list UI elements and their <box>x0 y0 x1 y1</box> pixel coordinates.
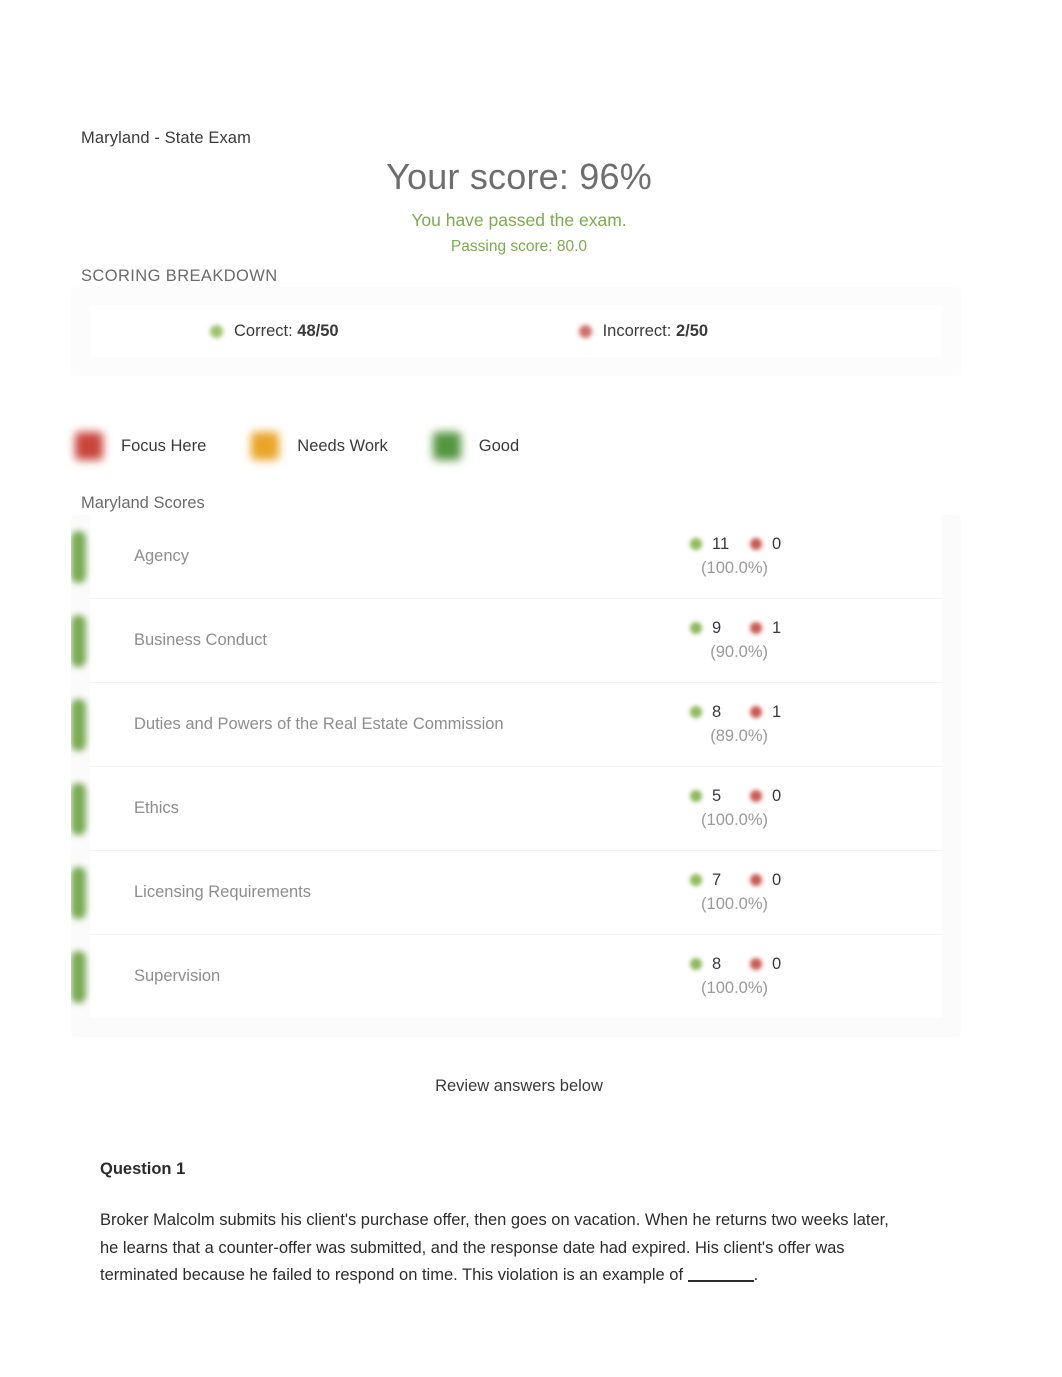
score-category-label: Ethics <box>134 799 179 817</box>
score-category-label: Licensing Requirements <box>134 883 312 901</box>
status-bar-icon <box>71 866 86 919</box>
red-x-icon <box>750 789 762 802</box>
legend-swatch-yellow-icon <box>251 432 280 460</box>
score-counts: 9 1 <box>606 617 796 639</box>
green-check-icon <box>690 621 702 634</box>
red-x-icon <box>750 705 762 718</box>
score-counts: 5 0 <box>606 785 796 807</box>
legend-swatch-green-icon <box>432 432 461 460</box>
correct-summary: Correct: 48/50 <box>210 322 339 341</box>
red-dot-icon <box>578 324 592 338</box>
correct-count: 11 <box>712 534 730 553</box>
score-percent: (90.0%) <box>710 642 768 661</box>
passing-score: Passing score: 80.0 <box>450 238 588 255</box>
incorrect-value: 2/50 <box>675 321 709 340</box>
table-row[interactable]: Business Conduct 9 1 (90.0%) <box>71 599 942 683</box>
score-category-label: Supervision <box>134 967 221 985</box>
correct-value: 48/50 <box>297 321 339 340</box>
correct-count: 5 <box>712 786 722 805</box>
correct-count: 9 <box>712 618 722 637</box>
red-x-icon <box>750 957 762 970</box>
score-percent: (100.0%) <box>701 810 768 829</box>
incorrect-count: 0 <box>772 954 782 973</box>
table-row[interactable]: Ethics 5 0 (100.0%) <box>71 767 942 851</box>
scores-card: Agency 11 0 (100.0%) Business Conduct 9 <box>71 515 961 1037</box>
score-stats: 9 1 (90.0%) <box>606 617 796 665</box>
score-counts: 8 0 <box>606 953 796 975</box>
scoring-breakdown-card: Correct: 48/50 Incorrect: 2/50 <box>71 287 961 376</box>
incorrect-count: 0 <box>772 534 782 553</box>
score-headline: Your score: 96% <box>386 156 652 197</box>
legend-item-needs-work: Needs Work <box>251 432 388 460</box>
green-check-icon <box>690 789 702 802</box>
review-answers-note: Review answers below <box>435 1077 603 1095</box>
legend-label: Needs Work <box>297 436 388 455</box>
legend-item-focus-here: Focus Here <box>75 432 206 460</box>
table-row[interactable]: Licensing Requirements 7 0 (100.0%) <box>71 851 942 935</box>
score-stats: 8 1 (89.0%) <box>606 701 796 749</box>
status-bar-icon <box>71 698 86 751</box>
scores-section-title: Maryland Scores <box>81 494 205 512</box>
score-counts: 11 0 <box>606 533 796 555</box>
score-percent: (100.0%) <box>701 894 768 913</box>
scoring-breakdown-label: SCORING BREAKDOWN <box>81 267 278 285</box>
incorrect-summary: Incorrect: 2/50 <box>578 322 709 341</box>
correct-label: Correct: <box>234 321 293 340</box>
question-heading: Question 1 <box>100 1160 186 1178</box>
status-bar-icon <box>71 530 86 583</box>
correct-count: 8 <box>712 702 722 721</box>
exam-results-page: Maryland - State Exam Your score: 96% Yo… <box>0 0 1062 1377</box>
incorrect-count: 0 <box>772 870 782 889</box>
score-stats: 5 0 (100.0%) <box>606 785 796 833</box>
table-row[interactable]: Agency 11 0 (100.0%) <box>71 515 942 599</box>
answer-blank <box>687 1266 754 1282</box>
status-legend: Focus Here Needs Work Good <box>75 432 564 460</box>
incorrect-count: 1 <box>772 618 782 637</box>
score-category-label: Agency <box>134 547 190 565</box>
score-summary: Your score: 96% You have passed the exam… <box>81 155 957 259</box>
green-check-icon <box>690 873 702 886</box>
legend-swatch-red-icon <box>75 432 103 460</box>
score-category-label: Business Conduct <box>134 631 267 649</box>
status-bar-icon <box>71 782 86 835</box>
table-row[interactable]: Supervision 8 0 (100.0%) <box>71 935 942 1018</box>
correct-count: 8 <box>712 954 722 973</box>
red-x-icon <box>750 873 762 886</box>
green-dot-icon <box>210 324 223 338</box>
score-stats: 7 0 (100.0%) <box>606 869 796 917</box>
score-percent: (100.0%) <box>701 978 768 997</box>
red-x-icon <box>750 537 762 550</box>
correct-count: 7 <box>712 870 722 889</box>
incorrect-count: 0 <box>772 786 782 805</box>
incorrect-label: Incorrect: <box>602 321 672 340</box>
status-bar-icon <box>71 614 86 667</box>
status-bar-icon <box>71 950 86 1003</box>
table-row[interactable]: Duties and Powers of the Real Estate Com… <box>71 683 942 767</box>
score-stats: 8 0 (100.0%) <box>606 953 796 1001</box>
question-text-tail: . <box>753 1266 759 1284</box>
green-check-icon <box>690 537 702 550</box>
question-text-body: Broker Malcolm submits his client's purc… <box>100 1211 889 1284</box>
score-category-label: Duties and Powers of the Real Estate Com… <box>134 715 504 733</box>
pass-message: You have passed the exam. <box>411 210 627 230</box>
score-counts: 8 1 <box>606 701 796 723</box>
legend-label: Focus Here <box>121 436 207 455</box>
question-text: Broker Malcolm submits his client's purc… <box>100 1207 890 1290</box>
incorrect-summary-text: Incorrect: 2/50 <box>603 322 709 341</box>
score-stats: 11 0 (100.0%) <box>606 533 796 581</box>
exam-title: Maryland - State Exam <box>81 129 251 147</box>
green-check-icon <box>690 705 702 718</box>
scoring-breakdown-inner: Correct: 48/50 Incorrect: 2/50 <box>90 305 942 357</box>
legend-label: Good <box>478 436 520 455</box>
correct-summary-text: Correct: 48/50 <box>234 322 339 341</box>
incorrect-count: 1 <box>772 702 782 721</box>
question-block: Question 1 Broker Malcolm submits his cl… <box>100 1160 890 1290</box>
score-percent: (100.0%) <box>701 558 768 577</box>
red-x-icon <box>750 621 762 634</box>
score-percent: (89.0%) <box>710 726 768 745</box>
legend-item-good: Good <box>432 432 520 460</box>
green-check-icon <box>690 957 702 970</box>
score-counts: 7 0 <box>606 869 796 891</box>
